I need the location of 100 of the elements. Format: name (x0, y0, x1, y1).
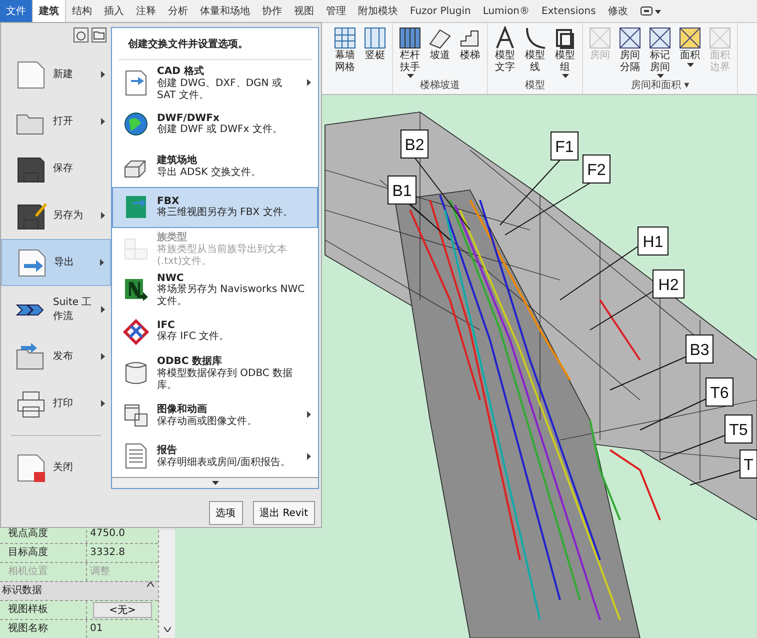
menu-item[interactable]: 关闭 (1, 444, 111, 491)
scrollbar[interactable] (158, 530, 175, 638)
ribbon-tab[interactable]: 管理 (320, 0, 352, 22)
property-value[interactable]: 01 (87, 620, 158, 638)
menu-item[interactable]: 发布 (1, 333, 111, 380)
submenu-arrow-icon (100, 259, 104, 266)
submenu-arrow-icon (101, 353, 105, 360)
ribbon-button[interactable]: 模型文字 (490, 23, 520, 78)
export-option[interactable]: NWC 将场景另存为 Navisworks NWC 文件。 (112, 270, 318, 312)
ribbon-tab[interactable]: 插入 (98, 0, 130, 22)
ribbon-tab[interactable]: 分析 (162, 0, 194, 22)
area-boundary-icon (708, 26, 732, 50)
export-option[interactable]: 建筑场地 导出 ADSK 交换文件。 (112, 145, 318, 187)
menu-item[interactable]: Suite 工作流 (1, 286, 111, 333)
view-template-button[interactable]: <无> (93, 602, 152, 618)
database-icon (123, 360, 149, 386)
callout-label: H2 (652, 270, 684, 298)
ribbon-button[interactable]: 楼梯 (455, 23, 485, 78)
recent-documents-icon[interactable] (73, 27, 89, 43)
ribbon-tab[interactable]: 注释 (130, 0, 162, 22)
export-option[interactable]: FBX 将三维视图另存为 FBX 文件。 (112, 186, 318, 228)
document-arrow-icon (16, 248, 48, 278)
callout-label: B1 (388, 176, 416, 204)
leader-line (640, 398, 708, 430)
export-option[interactable]: 报告 保存明细表或房间/面积报告。 (112, 436, 318, 478)
ribbon-tab[interactable]: Fuzor Plugin (404, 0, 477, 22)
caret-icon (212, 481, 218, 486)
ribbon-button[interactable]: 面积 (675, 23, 705, 78)
folder-icon[interactable] (91, 27, 107, 43)
group-label: 楼梯坡道 (419, 78, 461, 93)
ribbon-button[interactable]: 坡道 (425, 23, 455, 78)
ribbon-button[interactable]: 房间分隔 (615, 23, 645, 78)
menu-item[interactable]: 新建 (1, 51, 111, 98)
export-option[interactable]: 图像和动画 保存动画或图像文件。 (112, 394, 318, 436)
ribbon-tab[interactable]: 结构 (66, 0, 98, 22)
callout-label: H1 (638, 226, 668, 256)
ribbon-tab[interactable]: 修改 (602, 0, 634, 22)
export-option[interactable]: CAD 格式 创建 DWG、DXF、DGN 或 SAT 文件。 (112, 62, 318, 104)
callout-label: F2 (582, 154, 610, 184)
panel-dropdown-icon[interactable] (640, 5, 662, 17)
ribbon-tab[interactable]: 附加模块 (352, 0, 404, 22)
export-option[interactable]: IFC 保存 IFC 文件。 (112, 311, 318, 353)
property-name: 目标高度 (0, 544, 87, 562)
ribbon-button[interactable]: 标记房间 (645, 23, 675, 78)
callout-label: T (740, 450, 757, 478)
submenu-arrow-icon (101, 118, 105, 125)
nwc-icon (123, 277, 149, 304)
ribbon-button[interactable]: 模型组 (550, 23, 580, 78)
menu-item[interactable]: 打印 (1, 380, 111, 427)
report-icon (123, 443, 149, 470)
ribbon-button[interactable]: 竖梃 (360, 23, 390, 94)
menu-item[interactable]: 导出 (1, 239, 111, 286)
printer-icon (15, 388, 47, 418)
section-header[interactable]: 标识数据 (0, 581, 158, 600)
menu-item[interactable]: 打开 (1, 98, 111, 145)
chevron-up-icon[interactable] (147, 582, 154, 587)
floppy-pencil-icon (15, 200, 47, 230)
submenu-arrow-icon (101, 400, 105, 407)
ribbon-button[interactable]: 栏杆扶手 (395, 23, 425, 78)
export-option[interactable]: ODBC 数据库 将模型数据保存到 ODBC 数据库。 (112, 352, 318, 394)
callout-label: B3 (686, 334, 714, 364)
submenu-arrow-icon (101, 306, 105, 313)
mullion-icon (363, 26, 387, 50)
group-label: 房间和面积 ▾ (630, 78, 690, 93)
submenu-arrow-icon (101, 212, 105, 219)
room-icon (588, 26, 612, 50)
grid-icon (333, 26, 357, 50)
ribbon-tab[interactable]: Lumion® (476, 0, 536, 22)
ribbon-button[interactable]: 模型线 (520, 23, 550, 78)
property-name: 视图名称 (0, 620, 87, 638)
menu-footer-button[interactable]: 选项 (208, 501, 243, 525)
property-value[interactable]: 3332.8 (87, 544, 158, 562)
property-value[interactable]: 4750.0 (87, 525, 158, 543)
leader-line (500, 160, 560, 226)
callout-label: B2 (400, 130, 428, 158)
submenu-arrow-icon (101, 71, 105, 78)
leader-line (590, 290, 656, 330)
ribbon-button[interactable]: 幕墙网格 (330, 23, 360, 94)
ribbon-tab[interactable]: 体量和场地 (194, 0, 256, 22)
ribbon-tab[interactable]: Extensions (536, 0, 602, 22)
leader-line (690, 470, 742, 486)
caret-icon (686, 62, 694, 66)
ribbon-tab[interactable]: 协作 (256, 0, 288, 22)
letter-a-icon (493, 26, 517, 50)
ifc-icon (123, 318, 149, 345)
callout-label: T6 (706, 378, 734, 406)
film-image-icon (123, 402, 149, 428)
ribbon-tab[interactable]: 视图 (288, 0, 320, 22)
caret-icon (562, 74, 568, 78)
group-label: 模型 (524, 78, 546, 93)
callout-label: F1 (550, 132, 578, 160)
fbx-file-icon (123, 194, 149, 220)
menu-item[interactable]: 保存 (1, 145, 111, 192)
menu-footer-button[interactable]: 退出 Revit (252, 501, 315, 525)
globe-icon (123, 111, 149, 138)
menu-item[interactable]: 另存为 (1, 192, 111, 239)
chevron-down-icon[interactable] (164, 627, 170, 632)
ribbon-tab[interactable]: 文件 (0, 0, 32, 22)
export-option[interactable]: DWF/DWFx 创建 DWF 或 DWFx 文件。 (112, 104, 318, 146)
ribbon-tab[interactable]: 建筑 (32, 0, 66, 22)
